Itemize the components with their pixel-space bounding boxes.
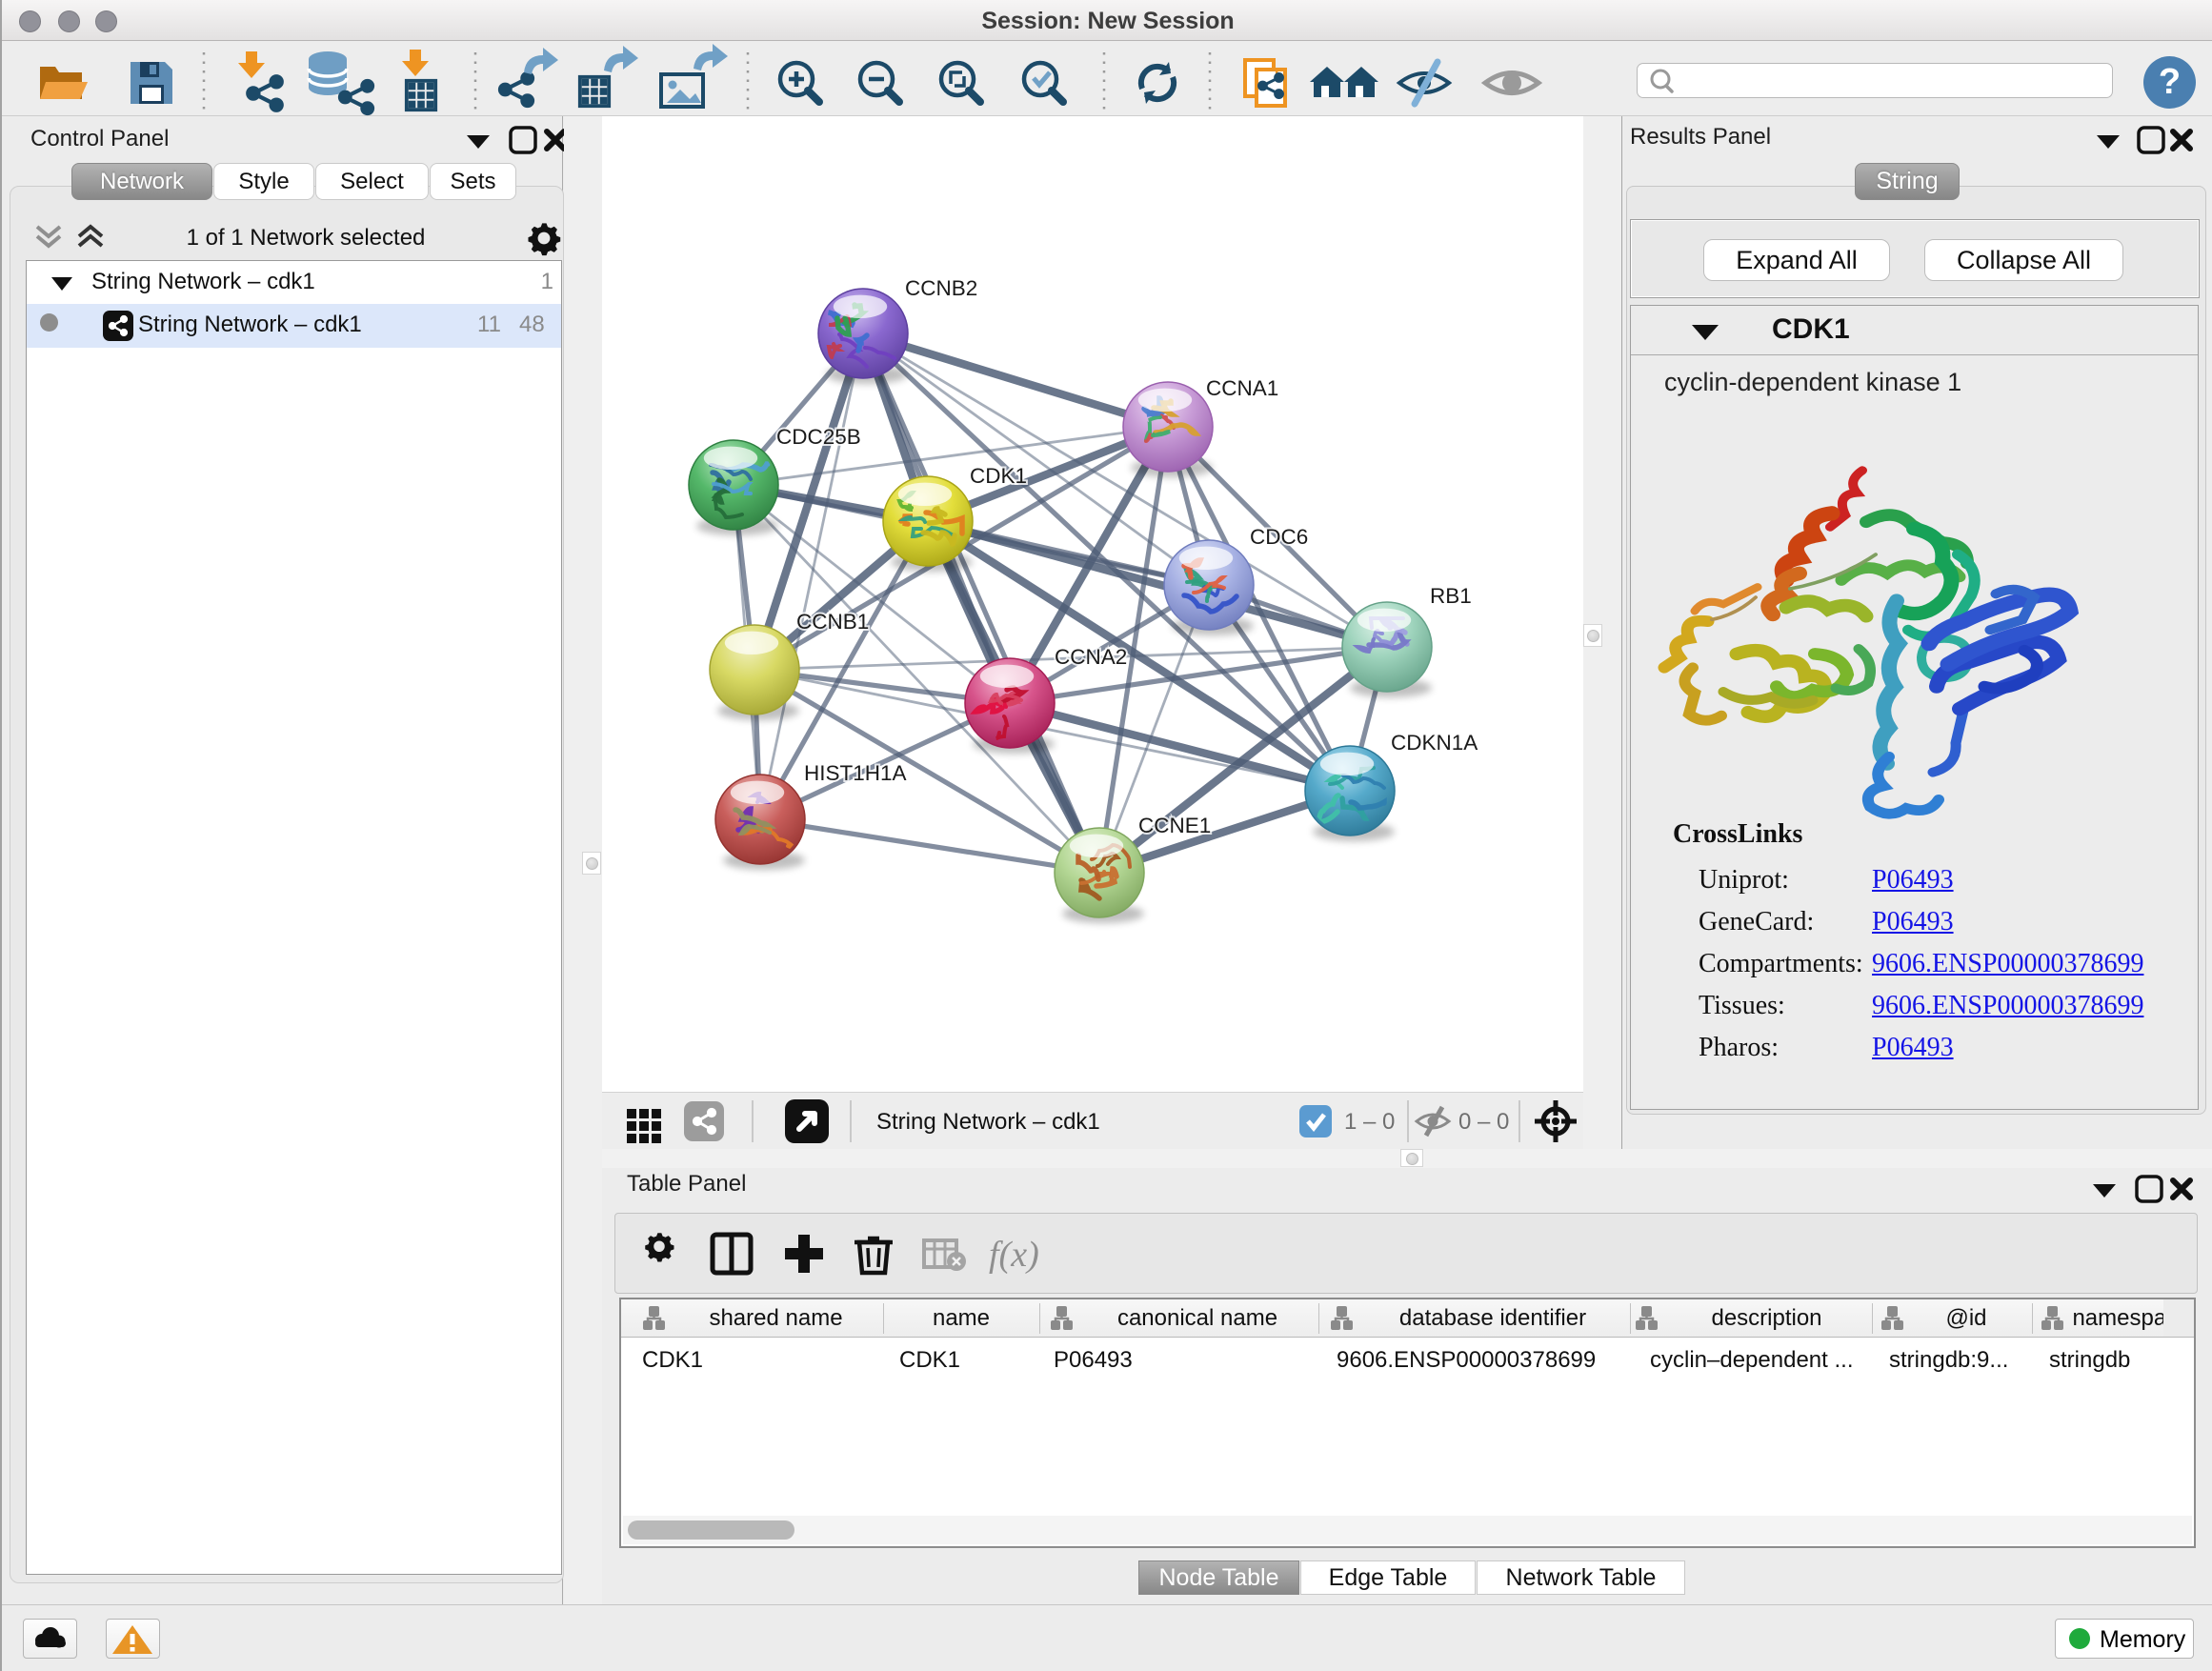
- svg-text:CDKN1A: CDKN1A: [1391, 731, 1478, 755]
- svg-text:RB1: RB1: [1430, 584, 1472, 608]
- svg-text:1 – 0: 1 – 0: [1344, 1109, 1395, 1135]
- svg-text:CCNA1: CCNA1: [1206, 376, 1278, 400]
- svg-text:String Network – cdk1: String Network – cdk1: [876, 1109, 1100, 1135]
- svg-text:CCNB1: CCNB1: [796, 610, 869, 634]
- svg-text:CDK1: CDK1: [970, 464, 1027, 488]
- svg-text:CCNE1: CCNE1: [1138, 814, 1211, 837]
- svg-text:HIST1H1A: HIST1H1A: [804, 761, 907, 785]
- svg-text:CCNB2: CCNB2: [905, 276, 977, 300]
- svg-text:CDC6: CDC6: [1250, 525, 1308, 549]
- svg-text:CDC25B: CDC25B: [776, 425, 861, 449]
- svg-text:0 – 0: 0 – 0: [1458, 1109, 1509, 1135]
- svg-text:f(x): f(x): [989, 1235, 1039, 1275]
- svg-text:CCNA2: CCNA2: [1055, 645, 1127, 669]
